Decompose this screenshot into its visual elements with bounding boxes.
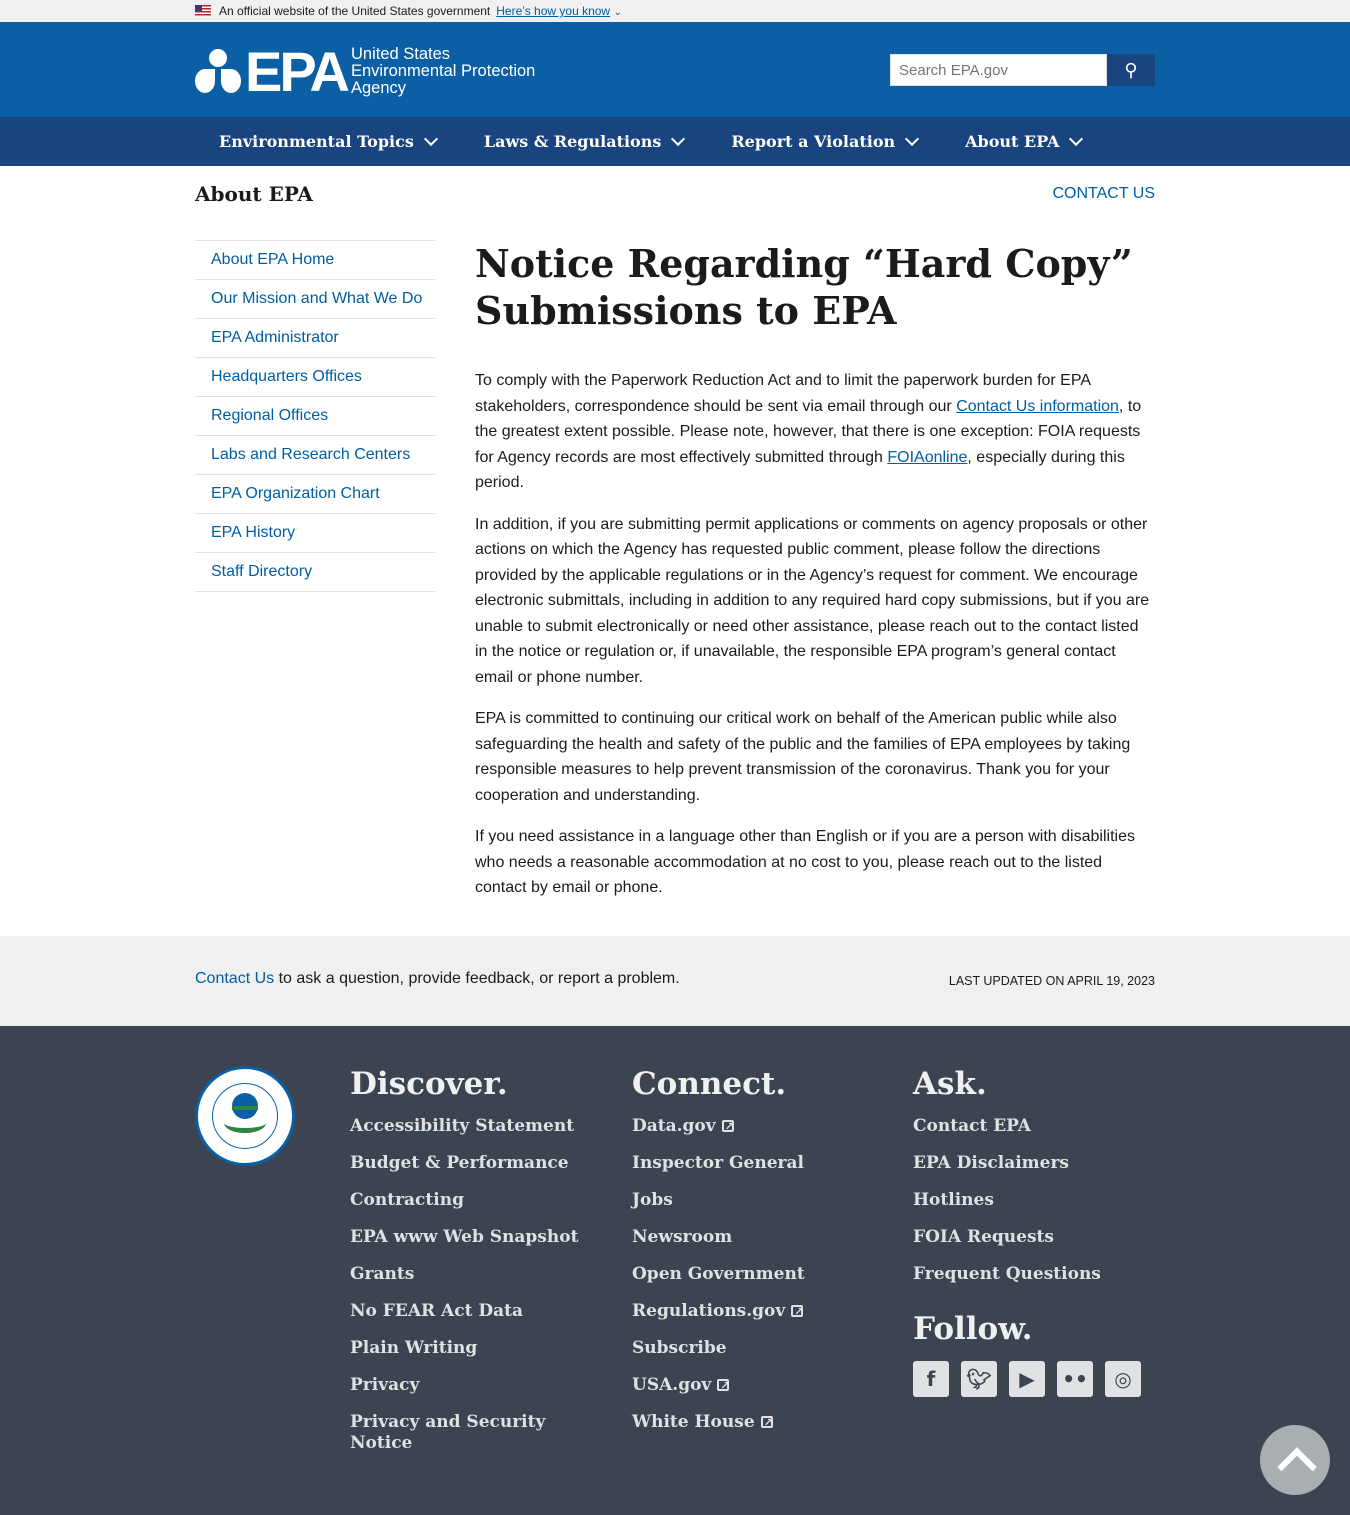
instagram-icon[interactable]: ◎ bbox=[1105, 1361, 1141, 1397]
footer-link[interactable]: Regulations.gov bbox=[632, 1301, 872, 1322]
logo-text: United States Environmental Protection Age… bbox=[351, 45, 536, 97]
logo-mark: EPA bbox=[245, 39, 350, 103]
footer-link[interactable]: Privacy bbox=[350, 1375, 590, 1396]
sidebar-item[interactable]: EPA History bbox=[195, 514, 435, 553]
epa-seal-icon bbox=[195, 1066, 295, 1166]
footer-link[interactable]: EPA www Web Snapshot bbox=[350, 1227, 590, 1248]
main-nav: Environmental Topics Laws & Regulations … bbox=[0, 117, 1350, 166]
ask-column: Ask. Contact EPA EPA Disclaimers Hotline… bbox=[913, 1066, 1153, 1397]
footer-link[interactable]: FOIA Requests bbox=[913, 1227, 1153, 1248]
external-link-icon bbox=[717, 1375, 730, 1396]
feedback-bar: Contact Us to ask a question, provide fe… bbox=[0, 936, 1350, 1026]
sidebar-item[interactable]: Our Mission and What We Do bbox=[195, 280, 435, 319]
site-footer: Discover. Accessibility Statement Budget… bbox=[0, 1026, 1350, 1515]
paragraph: If you need assistance in a language oth… bbox=[475, 828, 1135, 896]
foiaonline-link[interactable]: FOIAonline bbox=[887, 449, 967, 466]
footer-link[interactable]: Contracting bbox=[350, 1190, 590, 1211]
footer-link[interactable]: White House bbox=[632, 1412, 872, 1433]
epa-logo[interactable]: EPA United States Environmental Protectio… bbox=[195, 39, 536, 103]
twitter-icon[interactable]: 🐦︎ bbox=[961, 1361, 997, 1397]
feedback-text: to ask a question, provide feedback, or … bbox=[274, 970, 680, 987]
paragraph: In addition, if you are submitting permi… bbox=[475, 515, 1150, 686]
connect-heading: Connect. bbox=[632, 1066, 787, 1102]
footer-link[interactable]: No FEAR Act Data bbox=[350, 1301, 590, 1322]
footer-link[interactable]: USA.gov bbox=[632, 1375, 872, 1396]
external-link-icon bbox=[791, 1301, 803, 1322]
epa-flower-icon bbox=[195, 48, 241, 95]
footer-link[interactable]: Accessibility Statement bbox=[350, 1116, 590, 1137]
flickr-icon[interactable]: •• bbox=[1057, 1361, 1093, 1397]
contact-us-feedback-link[interactable]: Contact Us bbox=[195, 970, 274, 987]
nav-report-violation[interactable]: Report a Violation bbox=[707, 131, 941, 151]
sidebar-nav: About EPA Home Our Mission and What We D… bbox=[195, 240, 435, 592]
main-content: Notice Regarding “Hard Copy” Submissions… bbox=[475, 240, 1155, 917]
ask-heading: Ask. bbox=[913, 1066, 987, 1102]
social-links: f 🐦︎ ▶ •• ◎ bbox=[913, 1361, 1153, 1397]
contact-us-link[interactable]: CONTACT US bbox=[1052, 185, 1155, 203]
sidebar-item[interactable]: Headquarters Offices bbox=[195, 358, 435, 397]
facebook-icon[interactable]: f bbox=[913, 1361, 949, 1397]
banner-text: An official website of the United States… bbox=[219, 4, 491, 18]
footer-link[interactable]: Plain Writing bbox=[350, 1338, 590, 1359]
footer-link[interactable]: Hotlines bbox=[913, 1190, 1153, 1211]
gov-banner: An official website of the United States… bbox=[0, 0, 1350, 22]
footer-link[interactable]: Data.gov bbox=[632, 1116, 872, 1137]
nav-about-epa[interactable]: About EPA bbox=[941, 131, 1105, 151]
page-title: Notice Regarding “Hard Copy” Submissions… bbox=[475, 241, 1133, 333]
footer-link[interactable]: EPA Disclaimers bbox=[913, 1153, 1153, 1174]
nav-laws-regulations[interactable]: Laws & Regulations bbox=[460, 131, 708, 151]
footer-link[interactable]: Open Government bbox=[632, 1264, 872, 1285]
footer-link[interactable]: Grants bbox=[350, 1264, 590, 1285]
sidebar-item[interactable]: EPA Administrator bbox=[195, 319, 435, 358]
search-button[interactable]: ⚲ bbox=[1107, 54, 1155, 86]
sidebar-item[interactable]: Labs and Research Centers bbox=[195, 436, 435, 475]
search-input[interactable] bbox=[890, 54, 1107, 86]
external-link-icon bbox=[760, 1412, 773, 1433]
sidebar-item[interactable]: EPA Organization Chart bbox=[195, 475, 435, 514]
sidebar-item[interactable]: Staff Directory bbox=[195, 553, 435, 592]
search-icon: ⚲ bbox=[1124, 59, 1138, 80]
follow-heading: Follow. bbox=[913, 1311, 1033, 1347]
footer-link[interactable]: Privacy and Security Notice bbox=[350, 1412, 550, 1454]
discover-column: Discover. Accessibility Statement Budget… bbox=[350, 1066, 590, 1470]
search-form: ⚲ bbox=[890, 54, 1155, 86]
nav-environmental-topics[interactable]: Environmental Topics bbox=[195, 131, 460, 151]
us-flag-icon bbox=[195, 5, 211, 16]
footer-link[interactable]: Newsroom bbox=[632, 1227, 872, 1248]
discover-heading: Discover. bbox=[350, 1066, 508, 1102]
section-title: About EPA bbox=[195, 182, 313, 206]
footer-link[interactable]: Inspector General bbox=[632, 1153, 872, 1174]
footer-link[interactable]: Frequent Questions bbox=[913, 1264, 1153, 1285]
chevron-down-icon bbox=[1069, 131, 1084, 147]
sidebar-item[interactable]: Regional Offices bbox=[195, 397, 435, 436]
footer-link[interactable]: Budget & Performance bbox=[350, 1153, 590, 1174]
chevron-down-icon: ⌄ bbox=[613, 7, 622, 18]
connect-column: Connect. Data.gov Inspector General Jobs… bbox=[632, 1066, 872, 1449]
footer-link[interactable]: Jobs bbox=[632, 1190, 872, 1211]
footer-link[interactable]: Subscribe bbox=[632, 1338, 872, 1359]
sidebar-item[interactable]: About EPA Home bbox=[195, 241, 435, 280]
youtube-icon[interactable]: ▶ bbox=[1009, 1361, 1045, 1397]
paragraph: EPA is committed to continuing our criti… bbox=[475, 710, 1131, 804]
external-link-icon bbox=[721, 1116, 734, 1137]
chevron-down-icon bbox=[671, 131, 686, 147]
chevron-down-icon bbox=[423, 131, 438, 147]
footer-link[interactable]: Contact EPA bbox=[913, 1116, 1153, 1137]
last-updated: Last updated on April 19, 2023 bbox=[948, 974, 1155, 988]
chevron-down-icon bbox=[905, 131, 920, 147]
back-to-top-button[interactable] bbox=[1260, 1425, 1330, 1495]
site-header: EPA United States Environmental Protectio… bbox=[0, 22, 1350, 117]
paragraph: To comply with the Paperwork Reduction A… bbox=[475, 372, 1142, 491]
contact-us-information-link[interactable]: Contact Us information bbox=[956, 398, 1119, 415]
how-you-know-link[interactable]: Here’s how you know bbox=[496, 4, 610, 18]
